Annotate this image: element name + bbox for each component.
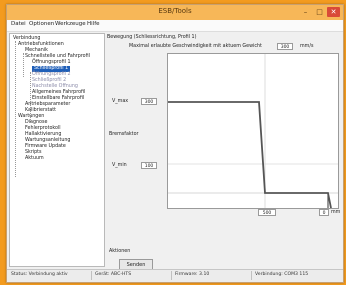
max-speed-input[interactable]: 300 xyxy=(277,43,293,50)
profile-graph-svg xyxy=(168,54,338,209)
x-unit: mm xyxy=(331,210,341,215)
profile-graph[interactable] xyxy=(167,53,339,209)
speed-profile-curve xyxy=(168,101,332,209)
max-speed-label: Maximal erlaubte Geschwindigkeit mit akt… xyxy=(129,44,262,49)
v-lower-label: V_min xyxy=(112,163,127,168)
window-title: ESB/Tools xyxy=(158,7,192,15)
tree-item-aktuum[interactable]: Aktuum xyxy=(25,156,44,162)
status-device: Gerät: ABC-HTS xyxy=(95,272,132,277)
v-lower-input[interactable]: 100 xyxy=(141,162,157,169)
x-left-input[interactable]: 500 xyxy=(258,209,276,216)
close-icon[interactable]: ✕ xyxy=(327,7,340,17)
section-label: Bremsfaktor xyxy=(109,132,139,137)
profile-panel: Bewegung (Schliessrichtung, Profil 1) Ma… xyxy=(105,33,341,270)
status-firmware: Firmware: 3.10 xyxy=(175,272,210,277)
menu-werkzeuge[interactable]: Werkzeuge xyxy=(55,21,86,27)
navigation-tree: Verbindung Antriebsfunktionen Mechanik S… xyxy=(9,33,105,267)
minimize-icon[interactable]: – xyxy=(299,7,312,17)
menu-hilfe[interactable]: Hilfe xyxy=(87,21,100,27)
v-upper-label: V_max xyxy=(112,99,129,104)
menu-datei[interactable]: Datei xyxy=(11,21,26,27)
maximize-icon[interactable]: □ xyxy=(313,7,326,17)
app-window: ESB/Tools – □ ✕ Datei Optionen Werkzeuge… xyxy=(6,4,344,283)
max-speed-unit: mm/s xyxy=(300,44,314,49)
status-connection: Status: Verbindung aktiv xyxy=(11,272,68,277)
v-upper-input[interactable]: 300 xyxy=(141,98,157,105)
actions-label: Aktionen xyxy=(109,249,131,254)
status-port: Verbindung: COM3 115 xyxy=(255,272,309,277)
x-right-input[interactable]: 0 xyxy=(319,209,329,216)
group-title: Bewegung (Schliessrichtung, Profil 1) xyxy=(107,35,197,40)
menu-optionen[interactable]: Optionen xyxy=(29,21,54,27)
